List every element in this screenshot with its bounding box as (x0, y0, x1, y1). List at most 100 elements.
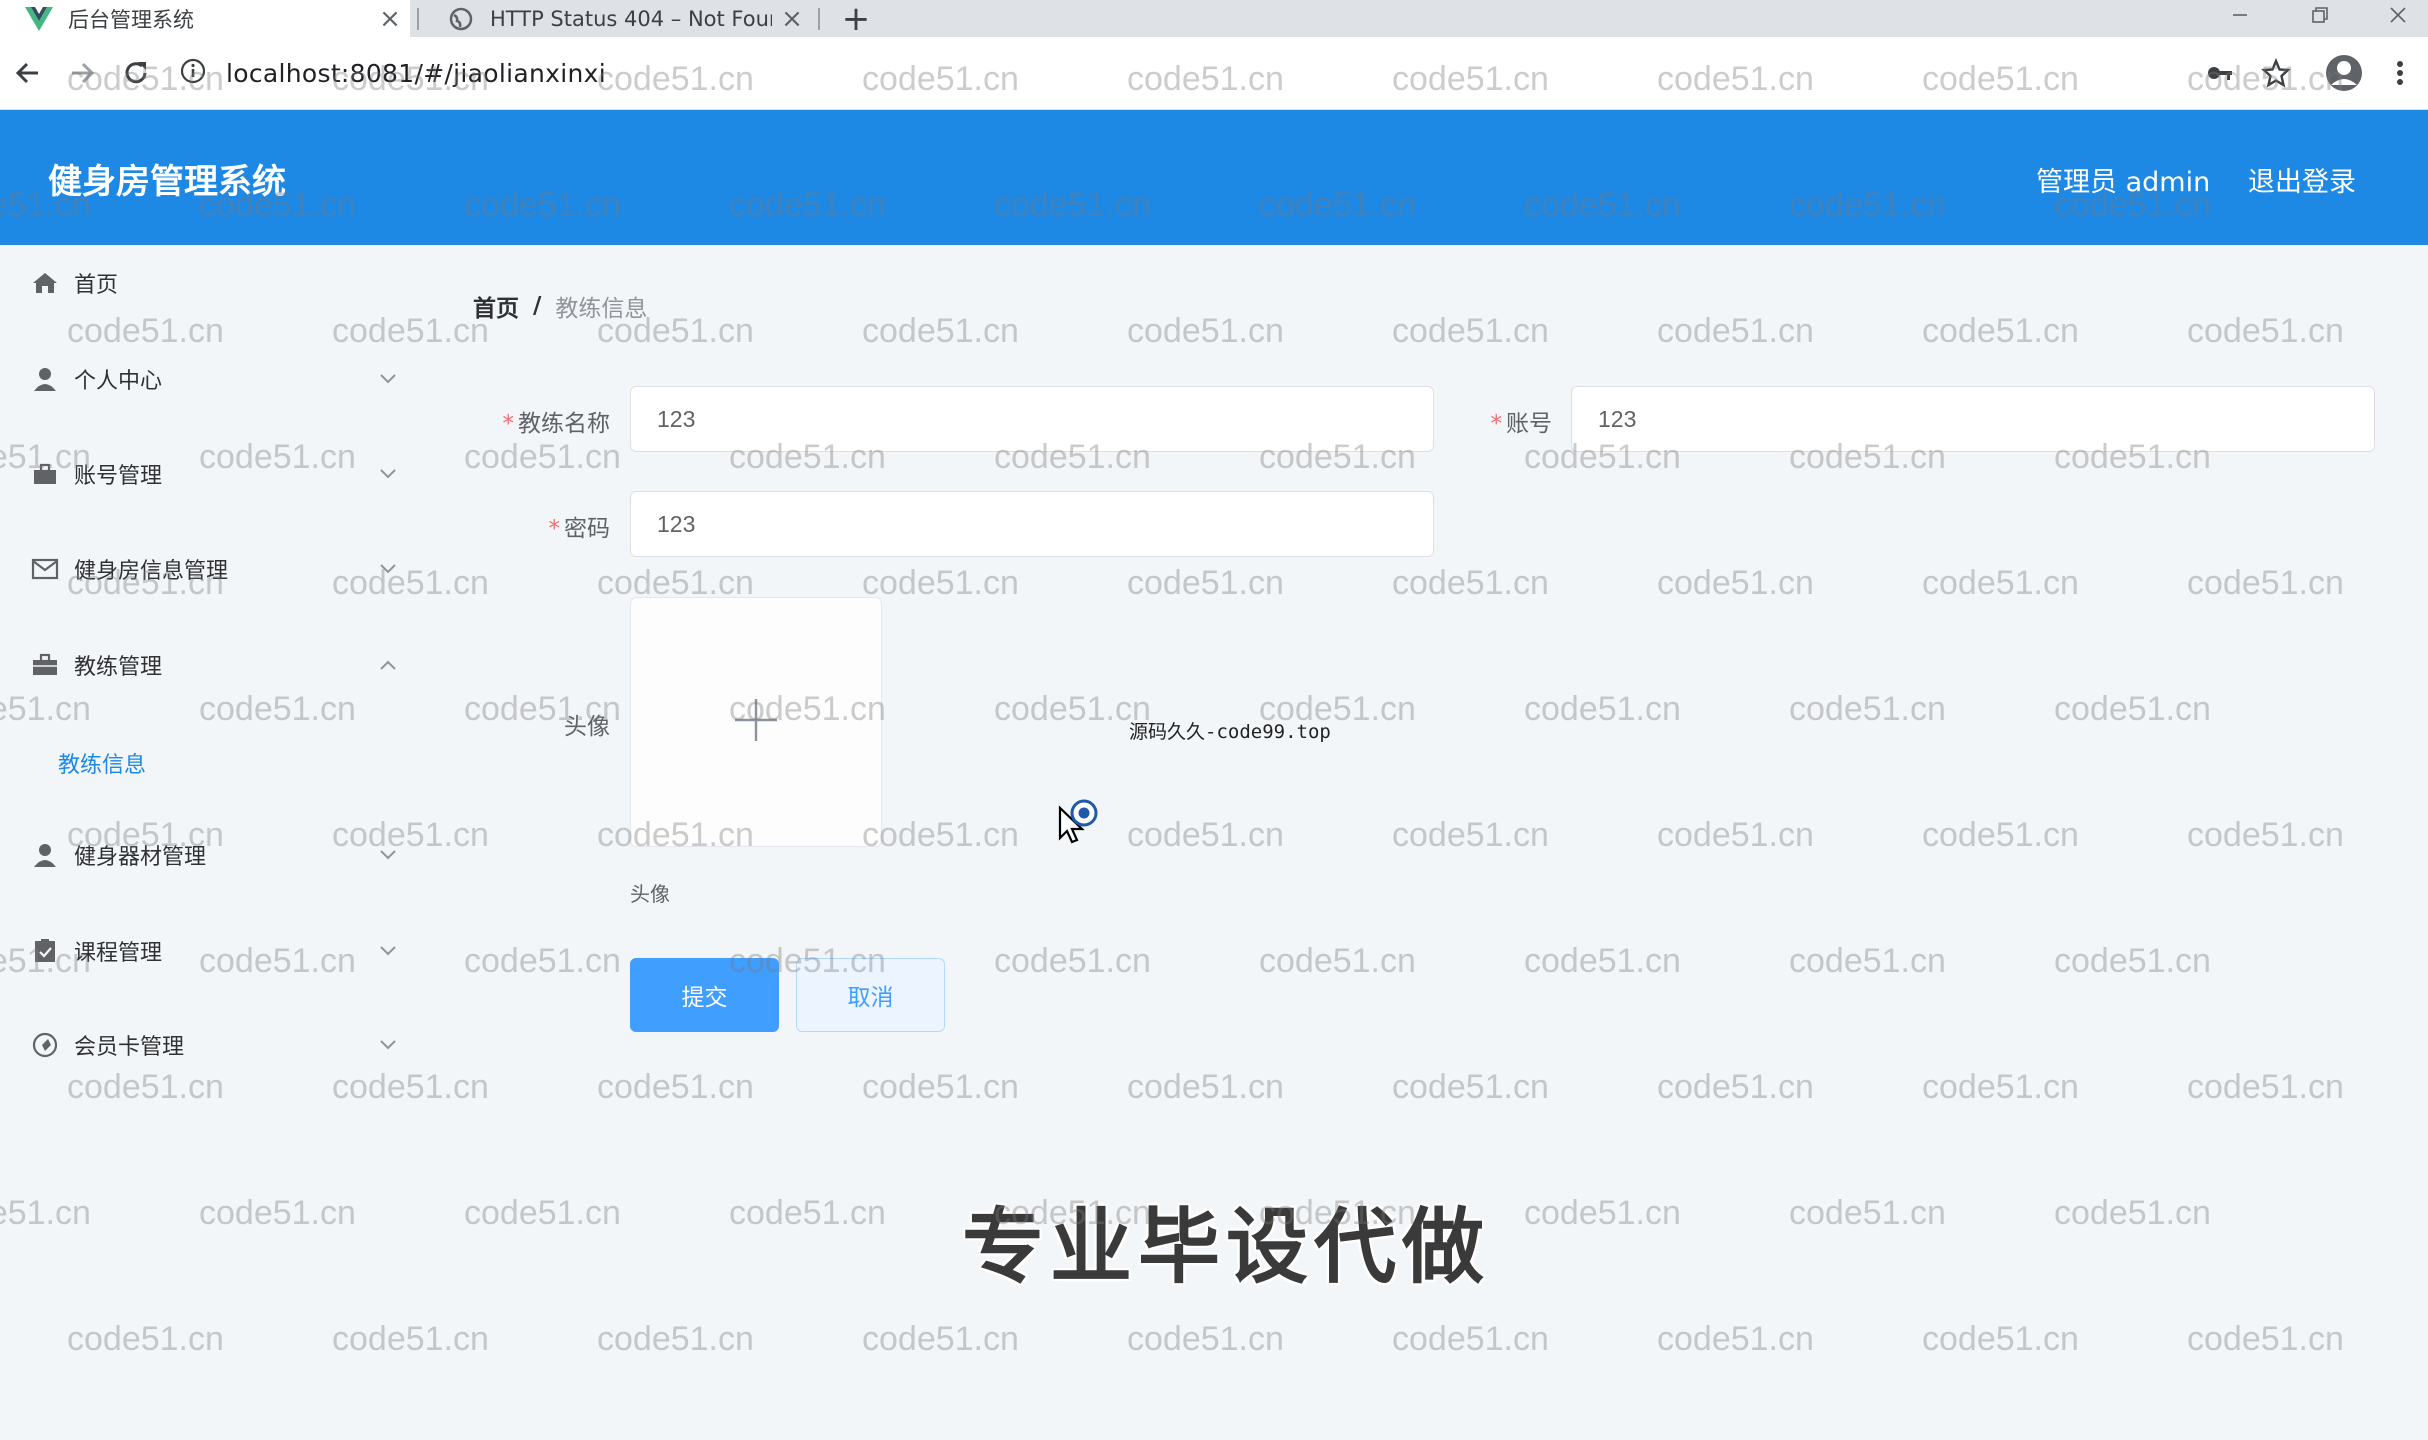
watermark-text: code51.cn (597, 1320, 754, 1358)
sidebar-item-label: 个人中心 (74, 369, 163, 394)
mouse-cursor-icon (1056, 798, 1102, 852)
watermark-text: code51.cn (1789, 690, 1946, 728)
coach-name-input[interactable] (630, 386, 1434, 452)
tab-divider (818, 8, 820, 30)
sidebar-item-coach-management[interactable]: 教练管理 (0, 635, 420, 695)
suitcase-icon (30, 650, 60, 680)
password-label-text: 密码 (564, 516, 610, 542)
sidebar-item-home[interactable]: 首页 (0, 253, 420, 313)
sidebar-subitem-coach-info[interactable]: 教练信息 (0, 733, 420, 793)
breadcrumb-home[interactable]: 首页 (473, 289, 519, 323)
briefcase-icon (30, 459, 60, 489)
watermark-text: code51.cn (2187, 1320, 2344, 1358)
watermark-text: code51.cn (464, 438, 621, 476)
url-text[interactable]: localhost:8081/#/jiaolianxinxi (226, 59, 606, 88)
watermark-text: code51.cn (1127, 1320, 1284, 1358)
avatar-uploader[interactable] (630, 597, 882, 847)
watermark-text: code51.cn (1392, 1068, 1549, 1106)
account-label-text: 账号 (1506, 411, 1552, 437)
sidebar: 首页 个人中心 账号管理 健身房信息管理 教练管理 教练信息 健身器材管理 课程… (0, 245, 420, 1440)
watermark-text: code51.cn (1657, 1320, 1814, 1358)
coach-name-label-text: 教练名称 (518, 411, 610, 437)
watermark-text: code51.cn (1922, 564, 2079, 602)
profile-avatar-icon[interactable] (2322, 51, 2366, 95)
watermark-text: code51.cn (994, 942, 1151, 980)
mail-icon (30, 554, 60, 584)
sidebar-item-account-management[interactable]: 账号管理 (0, 444, 420, 504)
close-tab-icon[interactable]: × (370, 4, 410, 34)
chevron-up-icon (376, 653, 400, 677)
watermark-text: code51.cn (994, 690, 1151, 728)
password-label: * 密码 (500, 509, 611, 543)
chevron-down-icon (376, 367, 400, 391)
watermark-text: code51.cn (1392, 816, 1549, 854)
sidebar-item-label: 课程管理 (74, 941, 163, 966)
watermark-text: code51.cn (1127, 564, 1284, 602)
watermark-text: code51.cn (2187, 1068, 2344, 1106)
key-icon[interactable] (2198, 51, 2242, 95)
browser-tab-active[interactable]: 后台管理系统 × (0, 0, 410, 37)
app-title: 健身房管理系统 (48, 162, 286, 202)
watermark-text: code51.cn (1127, 1068, 1284, 1106)
watermark-text: code51.cn (1789, 942, 1946, 980)
breadcrumb: 首页 / 教练信息 (473, 289, 647, 323)
info-icon[interactable] (180, 58, 206, 88)
close-window-icon[interactable] (2368, 0, 2428, 30)
watermark-text: code51.cn (2054, 690, 2211, 728)
required-mark: * (548, 516, 561, 542)
star-icon[interactable] (2254, 51, 2298, 95)
account-input[interactable] (1571, 386, 2375, 452)
submit-button[interactable]: 提交 (630, 958, 779, 1032)
watermark-text: code51.cn (1922, 1068, 2079, 1106)
watermark-text: code51.cn (1524, 942, 1681, 980)
reload-icon[interactable] (114, 51, 158, 95)
chevron-down-icon (376, 557, 400, 581)
watermark-text: code51.cn (1524, 1194, 1681, 1232)
sidebar-item-label: 首页 (74, 273, 119, 298)
forward-arrow-icon[interactable] (60, 51, 104, 95)
back-arrow-icon[interactable] (6, 51, 50, 95)
clipboard-icon (30, 936, 60, 966)
sidebar-item-gym-info[interactable]: 健身房信息管理 (0, 539, 420, 599)
promo-banner-text: 专业毕设代做 (962, 1200, 1491, 1295)
watermark-text: code51.cn (1922, 816, 2079, 854)
watermark-text: code51.cn (862, 564, 1019, 602)
minimize-icon[interactable] (2210, 0, 2270, 30)
app-header: 健身房管理系统 管理员 admin 退出登录 (0, 110, 2428, 245)
chevron-down-icon (376, 1033, 400, 1057)
watermark-text: code51.cn (597, 1068, 754, 1106)
watermark-text: code51.cn (1789, 1194, 1946, 1232)
sidebar-item-label: 健身房信息管理 (74, 559, 229, 584)
watermark-text: code51.cn (729, 1194, 886, 1232)
avatar-tip: 头像 (630, 882, 670, 906)
browser-tab-bar: 后台管理系统 × HTTP Status 404 – Not Found × + (0, 0, 2428, 39)
user-icon (30, 364, 60, 394)
menu-dots-icon[interactable] (2378, 51, 2422, 95)
browser-tab[interactable]: HTTP Status 404 – Not Found × (422, 0, 812, 37)
required-mark: * (1490, 411, 1503, 437)
cancel-button[interactable]: 取消 (796, 958, 945, 1032)
watermark-text: code51.cn (1127, 312, 1284, 350)
address-bar[interactable]: localhost:8081/#/jiaolianxinxi (180, 45, 2300, 101)
sidebar-item-course-management[interactable]: 课程管理 (0, 921, 420, 981)
watermark-text: code51.cn (862, 816, 1019, 854)
tab-title: 后台管理系统 (68, 7, 194, 32)
sidebar-item-equipment-management[interactable]: 健身器材管理 (0, 825, 420, 885)
sidebar-item-personal-center[interactable]: 个人中心 (0, 349, 420, 409)
sidebar-item-label: 教练管理 (74, 655, 163, 680)
close-tab-icon[interactable]: × (772, 4, 812, 34)
password-input[interactable] (630, 491, 1434, 557)
restore-icon[interactable] (2290, 0, 2350, 30)
watermark-text: code51.cn (1392, 312, 1549, 350)
plus-icon (733, 697, 779, 747)
sidebar-item-membership-card[interactable]: 会员卡管理 (0, 1015, 420, 1075)
sidebar-item-label: 会员卡管理 (74, 1035, 185, 1060)
watermark-text: code51.cn (1392, 564, 1549, 602)
new-tab-button[interactable]: + (838, 0, 874, 39)
watermark-text: code51.cn (2054, 1194, 2211, 1232)
tab-title: HTTP Status 404 – Not Found (490, 6, 772, 31)
logout-link[interactable]: 退出登录 (2248, 160, 2356, 199)
globe-icon (444, 7, 478, 31)
watermark-text: code51.cn (1922, 312, 2079, 350)
chevron-down-icon (376, 939, 400, 963)
